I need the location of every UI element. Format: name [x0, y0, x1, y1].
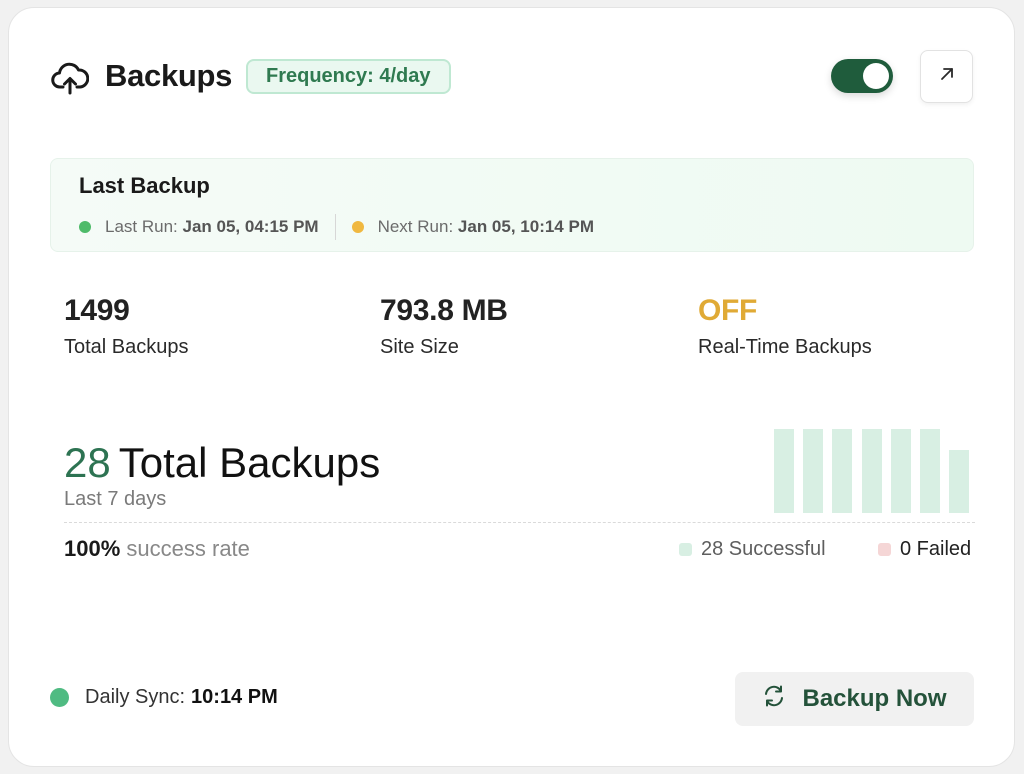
- stat-label: Site Size: [380, 336, 459, 358]
- next-run-label: Next Run:: [377, 217, 454, 236]
- weekly-count: 28: [64, 439, 111, 486]
- toggle-knob: [863, 63, 889, 89]
- failed-count: 0 Failed: [900, 538, 972, 560]
- last-run-value: Jan 05, 04:15 PM: [182, 217, 319, 236]
- stat-value: 793.8 MB: [380, 294, 508, 327]
- divider: [334, 214, 336, 240]
- chart-bar: [803, 429, 824, 513]
- period-label: Last 7 days: [64, 488, 167, 510]
- next-run-value: Jan 05, 10:14 PM: [457, 217, 594, 236]
- backup-now-label: Backup Now: [802, 685, 947, 712]
- chart-bar: [861, 429, 882, 513]
- backups-card: Backups Frequency: 4/day Last Backup Las…: [8, 7, 1015, 767]
- backup-now-button[interactable]: Backup Now: [735, 672, 974, 726]
- legend-successful: 28 Successful: [679, 538, 826, 561]
- chart-bar: [949, 450, 970, 513]
- cloud-upload-icon: [51, 59, 90, 97]
- chart-bar: [832, 429, 853, 513]
- run-times: Last Run: Jan 05, 04:15 PM Next Run: Jan…: [79, 214, 594, 240]
- sync-time: 10:14 PM: [191, 686, 278, 708]
- weekly-count-label: Total Backups: [118, 439, 381, 486]
- chart-bar: [920, 429, 940, 513]
- stat-site-size: 793.8 MB Site Size: [380, 294, 508, 359]
- weekly-total: 28 Total Backups: [64, 439, 380, 487]
- chart-bar: [890, 429, 911, 513]
- legend-failed: 0 Failed: [878, 538, 971, 561]
- last-backup-panel: Last Backup Last Run: Jan 05, 04:15 PM N…: [50, 158, 974, 252]
- sync-status-dot: [50, 688, 69, 707]
- refresh-icon: [762, 684, 802, 715]
- backups-toggle[interactable]: [831, 59, 893, 93]
- open-external-button[interactable]: [920, 50, 973, 103]
- last-backup-title: Last Backup: [79, 173, 210, 198]
- stat-label: Total Backups: [64, 336, 189, 358]
- stat-total-backups: 1499 Total Backups: [64, 294, 189, 359]
- chart-bar: [774, 429, 794, 513]
- last-run-label: Last Run:: [105, 217, 178, 236]
- success-rate-value: 100%: [64, 536, 121, 561]
- weekly-backups-chart: [774, 429, 974, 513]
- stat-value: OFF: [698, 294, 758, 327]
- arrow-up-right-icon: [938, 65, 956, 88]
- stat-value: 1499: [64, 294, 130, 327]
- card-title: Backups: [105, 58, 233, 93]
- status-dot-yellow: [351, 221, 364, 233]
- failed-swatch: [878, 543, 891, 556]
- successful-count: 28 Successful: [701, 538, 826, 560]
- success-rate: 100% success rate: [64, 536, 250, 562]
- status-dot-green: [79, 221, 91, 233]
- success-rate-text: success rate: [126, 536, 250, 561]
- sync-label: Daily Sync:: [85, 686, 186, 708]
- stat-label: Real-Time Backups: [698, 336, 872, 358]
- dashed-divider: [64, 522, 975, 523]
- daily-sync: Daily Sync: 10:14 PM: [50, 686, 278, 709]
- frequency-badge: Frequency: 4/day: [246, 59, 451, 94]
- stat-realtime-backups: OFF Real-Time Backups: [698, 294, 872, 359]
- successful-swatch: [679, 543, 692, 556]
